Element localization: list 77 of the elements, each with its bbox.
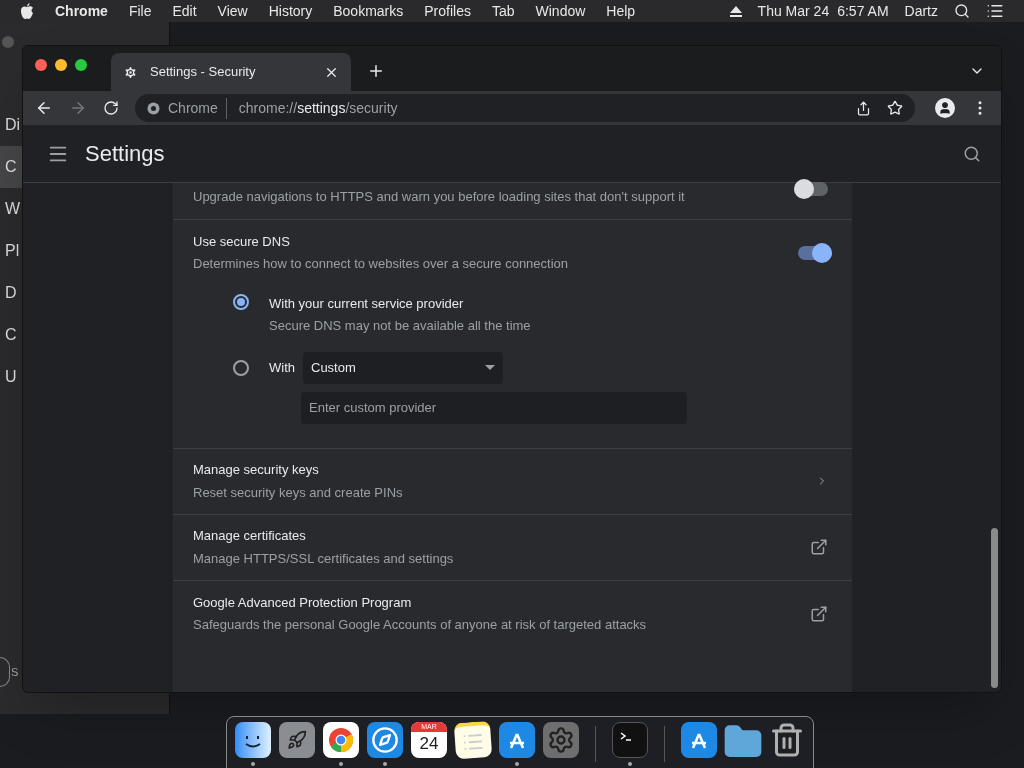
site-chip: Chrome <box>168 97 227 119</box>
toggle-switch[interactable] <box>794 181 828 196</box>
url-text: chrome://settings/security <box>237 98 398 118</box>
rocket-icon[interactable] <box>279 722 315 758</box>
menu-item[interactable]: History <box>268 0 313 22</box>
option-label: With <box>269 358 295 377</box>
external-link-icon <box>810 538 828 556</box>
gear-icon[interactable] <box>543 722 579 758</box>
settings-icon <box>123 64 138 80</box>
search-icon[interactable] <box>954 3 970 19</box>
close-window-button[interactable] <box>35 58 47 71</box>
provider-dropdown[interactable]: Custom <box>303 351 503 384</box>
setting-description: Determines how to connect to websites over a secure connection <box>193 255 569 273</box>
custom-provider-field[interactable]: Enter custom provider <box>301 391 687 424</box>
setting-description: Reset security keys and create PINs <box>193 483 403 502</box>
app-store-icon[interactable] <box>681 722 717 758</box>
browser-tab[interactable]: Settings - Security <box>111 53 351 91</box>
menu-item[interactable]: Window <box>535 0 586 22</box>
radio-button[interactable] <box>233 293 249 310</box>
forward-icon[interactable] <box>69 99 87 117</box>
menu-item[interactable]: Bookmarks <box>333 0 404 22</box>
menu-item[interactable]: Edit <box>172 0 197 22</box>
finder-icon[interactable] <box>235 722 271 758</box>
zoom-window-button[interactable] <box>75 58 87 71</box>
app-store-icon[interactable] <box>499 722 535 758</box>
menu-item[interactable]: Tab <box>491 0 515 22</box>
user-name[interactable]: Dartz <box>904 0 938 22</box>
terminal-icon[interactable] <box>612 722 648 758</box>
option-label: With your current service provider <box>269 294 465 313</box>
sidebar-item[interactable]: D <box>0 272 22 314</box>
menu-item[interactable]: View <box>217 0 248 22</box>
toggle-switch[interactable] <box>798 245 832 260</box>
calendar-day: 24 <box>419 732 439 756</box>
sidebar-item[interactable]: Pl <box>0 230 22 272</box>
menu-date: Thu Mar 24 <box>757 1 830 21</box>
sidebar-item[interactable]: Di <box>0 104 22 146</box>
notes-icon[interactable] <box>453 720 493 760</box>
compass-icon[interactable] <box>367 722 403 758</box>
eject-icon[interactable] <box>729 5 742 17</box>
settings-title: Settings <box>85 140 165 168</box>
menu-item[interactable]: File <box>128 0 152 22</box>
setting-description: Safeguards the personal Google Accounts of anyone at risk of targeted attacks <box>193 616 647 634</box>
menu-item[interactable]: Help <box>606 0 636 22</box>
profile-icon[interactable] <box>935 98 955 118</box>
reload-icon[interactable] <box>103 100 119 116</box>
share-icon[interactable] <box>856 100 871 116</box>
apple-icon[interactable] <box>20 3 34 19</box>
menu-time: 6:57 AM <box>837 1 889 21</box>
browser-icon[interactable] <box>323 722 359 758</box>
settings-row[interactable]: Manage certificates Manage HTTPS/SSL certificates and settings <box>173 514 852 581</box>
list-icon[interactable] <box>986 2 1004 20</box>
setting-description: Manage HTTPS/SSL certificates and settings <box>193 549 454 568</box>
setting-title: Use secure DNS <box>193 232 291 251</box>
sidebar-item[interactable]: W <box>0 188 22 230</box>
radio-button[interactable] <box>233 359 249 376</box>
external-link-icon <box>810 604 828 623</box>
search-icon[interactable] <box>963 144 981 163</box>
address-bar[interactable]: Chrome chrome://settings/security <box>135 94 915 122</box>
chrome-logo-icon <box>147 101 160 115</box>
settings-row[interactable]: Google Advanced Protection Program Safeguards the personal Google Accounts of anyone at risk of targeted attacks <box>173 580 852 647</box>
sidebar-footer-text: S <box>11 664 19 680</box>
setting-description: Upgrade navigations to HTTPS and warn you before loading sites that don't support it <box>193 188 685 206</box>
sidebar-item[interactable]: U <box>0 356 22 398</box>
sidebar-item[interactable]: C <box>0 314 22 356</box>
setting-title: Manage security keys <box>193 461 320 479</box>
app-menu[interactable]: Chrome <box>55 0 108 22</box>
bookmark-star-icon[interactable] <box>887 100 903 116</box>
setting-title: Manage certificates <box>193 527 307 545</box>
minimize-window-button[interactable] <box>55 58 67 71</box>
settings-row[interactable]: Manage security keys Reset security keys and create PINs <box>173 448 852 515</box>
sidebar-item[interactable]: C <box>0 146 22 188</box>
back-icon[interactable] <box>35 99 53 117</box>
option-hint: Secure DNS may not be available all the time <box>269 317 531 335</box>
setting-title: Google Advanced Protection Program <box>193 593 413 612</box>
dropdown-caret-icon <box>485 365 495 370</box>
trash-icon[interactable] <box>769 722 805 758</box>
menu-item[interactable]: Profiles <box>424 0 471 22</box>
